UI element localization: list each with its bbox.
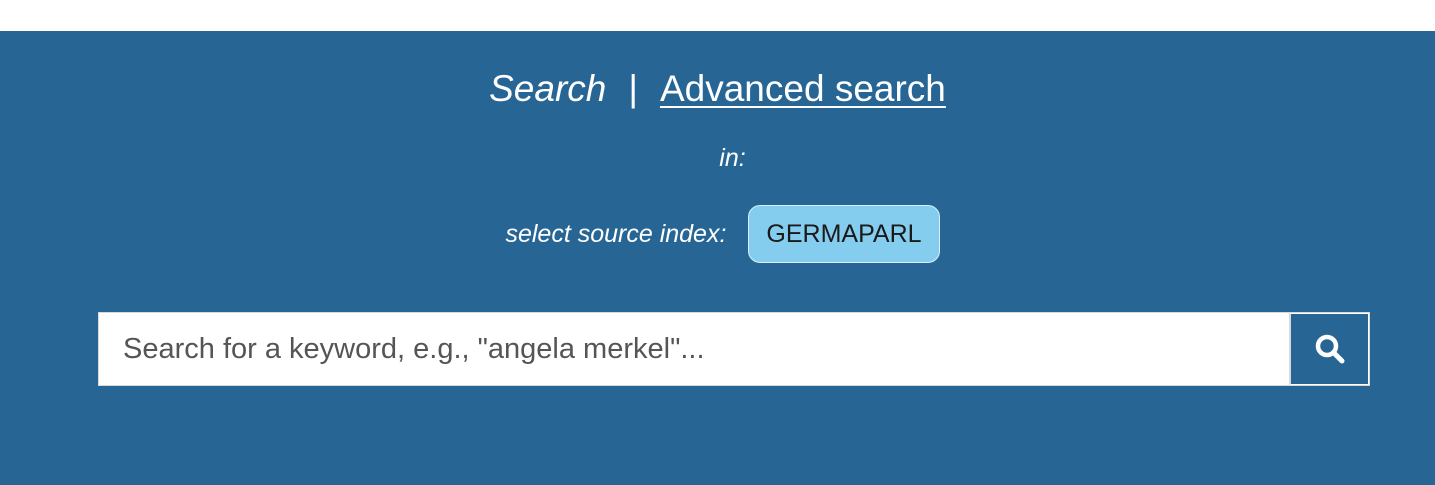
advanced-search-link[interactable]: Advanced search [660,68,946,109]
search-mode-label: Search [489,68,607,109]
search-icon [1315,334,1344,364]
search-panel: Search | Advanced search in: select source… [0,31,1435,485]
source-index-chip[interactable]: GERMAPARL [748,205,940,263]
search-bar [98,312,1370,386]
search-input[interactable] [99,313,1289,385]
source-index-label: select source index: [505,219,727,248]
source-index-row: select source index: GERMAPARL [0,204,1435,264]
search-button[interactable] [1289,313,1369,385]
in-label: in: [719,144,746,172]
search-mode-switcher: Search | Advanced search [0,67,1435,111]
mode-separator: | [628,68,638,109]
top-white-strip [0,0,1435,31]
